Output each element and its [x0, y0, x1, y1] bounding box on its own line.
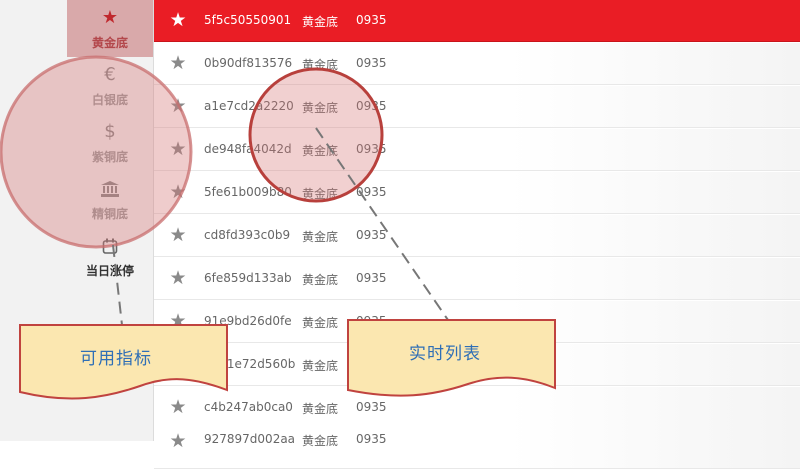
stock-code: 5fe61b009b80	[204, 185, 292, 199]
number-value: 0935	[356, 432, 387, 446]
star-icon[interactable]: ★	[168, 431, 188, 451]
stock-code: 5f5c50550901	[204, 13, 292, 27]
category-label: 黄金底	[302, 187, 339, 201]
category-label: 黄金底	[302, 230, 339, 244]
star-icon: ★	[101, 7, 119, 28]
stock-code: 6fe859d133ab	[204, 271, 292, 285]
star-icon[interactable]: ★	[168, 139, 188, 159]
star-icon[interactable]: ★	[168, 53, 188, 73]
star-icon[interactable]: ★	[168, 311, 188, 331]
sidebar-item-gold[interactable]: ★ 黄金底	[67, 0, 153, 57]
list-item[interactable]: ★ a1e7cd2a2220 黄金底 0935	[154, 86, 800, 128]
sidebar-item-silver[interactable]: € 白银底	[67, 57, 153, 114]
number-value: 0935	[356, 228, 387, 242]
list-item[interactable]: ★ 927897d002aa 黄金底 0935	[154, 427, 800, 469]
number-value: 0935	[356, 357, 387, 371]
stock-code: 8601e72d560b	[204, 357, 296, 371]
sidebar-item-label: 白银底	[91, 93, 128, 107]
stock-code: 0b90df813576	[204, 56, 293, 70]
stock-code: c4b247ab0ca0	[204, 400, 293, 414]
callout-realtime-label: 实时列表	[409, 344, 481, 364]
list-item[interactable]: ★ 91e9bd26d0fe 黄金底 0935	[154, 301, 800, 343]
category-label: 黄金底	[302, 144, 339, 158]
bank-icon	[101, 179, 119, 199]
list-item[interactable]: ★ 0b90df813576 黄金底 0935	[154, 43, 800, 85]
callout-indicators-label: 可用指标	[80, 349, 152, 369]
number-value: 0935	[356, 142, 387, 156]
number-value: 0935	[356, 400, 387, 414]
sidebar-item-fine-copper[interactable]: 精铜底	[67, 171, 153, 228]
list-item[interactable]: ★ 6fe859d133ab 黄金底 0935	[154, 258, 800, 300]
stock-code: a1e7cd2a2220	[204, 99, 294, 113]
sidebar-item-label: 黄金底	[91, 36, 128, 50]
number-value: 0935	[356, 13, 387, 27]
star-icon[interactable]: ★	[168, 397, 188, 417]
sidebar-item-label: 当日涨停	[85, 264, 134, 278]
category-label: 黄金底	[302, 101, 339, 115]
calendar-icon	[102, 236, 118, 256]
number-value: 0935	[356, 314, 387, 328]
stock-code: 91e9bd26d0fe	[204, 314, 292, 328]
star-icon[interactable]: ★	[168, 268, 188, 288]
category-label: 黄金底	[302, 359, 339, 373]
category-label: 黄金底	[302, 15, 339, 29]
dollar-icon: $	[104, 121, 116, 142]
star-icon[interactable]: ★	[168, 225, 188, 245]
list-item[interactable]: ★ cd8fd393c0b9 黄金底 0935	[154, 215, 800, 257]
star-icon[interactable]: ★	[168, 10, 188, 30]
star-icon[interactable]: ★	[168, 96, 188, 116]
stock-code: de948fa4042d	[204, 142, 292, 156]
sidebar-item-copper[interactable]: $ 紫铜底	[67, 114, 153, 171]
list-item[interactable]: ★ 5fe61b009b80 黄金底 0935	[154, 172, 800, 214]
category-label: 黄金底	[302, 316, 339, 330]
realtime-list: ★ 5f5c50550901 黄金底 0935 ★ 0b90df813576 黄…	[154, 0, 800, 469]
stock-code: cd8fd393c0b9	[204, 228, 291, 242]
sidebar: ★ 黄金底 € 白银底 $ 紫铜底 精铜底 当日涨停	[0, 0, 154, 441]
category-label: 黄金底	[302, 273, 339, 287]
sidebar-item-label: 精铜底	[91, 207, 128, 221]
euro-icon: €	[104, 64, 116, 85]
number-value: 0935	[356, 271, 387, 285]
sidebar-item-limit-up[interactable]: 当日涨停	[67, 228, 153, 285]
stock-code: 927897d002aa	[204, 432, 296, 446]
star-icon[interactable]: ★	[168, 182, 188, 202]
category-label: 黄金底	[302, 58, 339, 72]
sidebar-item-label: 紫铜底	[91, 150, 128, 164]
number-value: 0935	[356, 99, 387, 113]
category-label: 黄金底	[302, 402, 339, 416]
list-item[interactable]: ★ de948fa4042d 黄金底 0935	[154, 129, 800, 171]
number-value: 0935	[356, 56, 387, 70]
list-item[interactable]: ★ c4b247ab0ca0 黄金底 0935	[154, 387, 800, 429]
star-icon[interactable]: ★	[168, 354, 188, 374]
list-item[interactable]: ★ 5f5c50550901 黄金底 0935	[154, 0, 800, 42]
number-value: 0935	[356, 185, 387, 199]
